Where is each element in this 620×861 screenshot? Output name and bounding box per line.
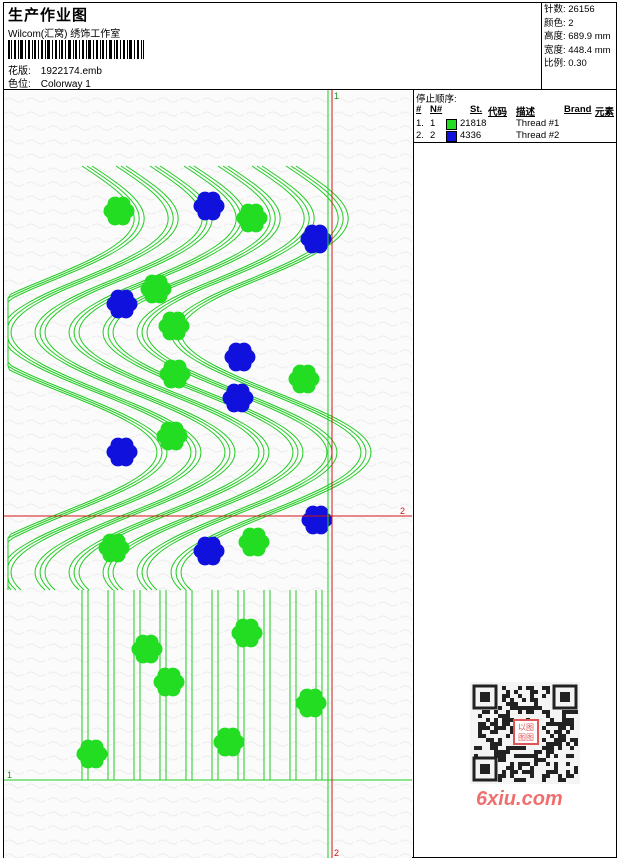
stat-stitches: 针数: 26156 <box>544 4 595 15</box>
watermark-qr-code: 以图 图图 <box>470 682 580 784</box>
row-index: 1. <box>416 118 424 129</box>
col-element: 元素 <box>595 107 615 118</box>
stat-colors: 颜色: 2 <box>544 17 574 29</box>
col-code: 代码 <box>488 107 508 118</box>
row-description: Thread #2 <box>516 130 560 141</box>
colorway-value: Colorway 1 <box>40 79 91 90</box>
embroidery-design: 1 2 2 1 <box>4 90 412 858</box>
row-number: 1 <box>430 118 436 129</box>
stat-width: 宽度: 448.4 mm <box>544 44 611 56</box>
stat-height: 高度: 689.9 mm <box>544 31 611 42</box>
marker-v-top: 1 <box>334 91 339 101</box>
row-description: Thread #1 <box>516 118 560 129</box>
design-canvas[interactable]: 1 2 2 1 <box>4 90 412 858</box>
marker-h-left: 1 <box>7 770 12 780</box>
row-index: 2. <box>416 130 424 141</box>
color-swatch <box>446 131 457 142</box>
col-description: 描述 <box>516 107 536 118</box>
row-code: 4336 <box>460 130 482 141</box>
stat-scale: 比例: 0.30 <box>544 58 587 69</box>
colorway-label: 色位: <box>8 79 31 90</box>
marker-h-right: 2 <box>400 506 405 516</box>
stop-sequence-table: 停止顺序: # N# St. 代码 描述 Brand 元素 1. 1 21818… <box>414 90 617 143</box>
design-stats: 针数: 26156 颜色: 2 高度: 689.9 mm 宽度: 448.4 m… <box>541 3 617 89</box>
sheet-title: 生产作业图 <box>8 7 89 24</box>
sheet-header: 生产作业图 Wilcom(汇窝) 绣饰工作室 花版: 1922174.emb 色… <box>4 3 616 90</box>
table-header: # N# St. 代码 描述 Brand 元素 <box>416 104 615 118</box>
svg-text:图图: 图图 <box>518 733 534 742</box>
table-row[interactable]: 2. 2 4336 Thread #2 <box>416 130 615 143</box>
row-number: 2 <box>430 130 436 141</box>
barcode-image <box>8 40 144 59</box>
stop-sequence-title: 停止顺序: <box>416 94 457 105</box>
studio-name: Wilcom(汇窝) 绣饰工作室 <box>8 29 121 40</box>
colorway-line: 色位: Colorway 1 <box>8 75 91 90</box>
col-brand: Brand <box>564 104 592 115</box>
svg-text:以图: 以图 <box>518 723 534 732</box>
col-number: N# <box>430 104 443 115</box>
col-index: # <box>416 104 422 115</box>
col-st: St. <box>470 104 483 115</box>
color-swatch <box>446 119 457 130</box>
watermark-text: 6xiu.com <box>476 788 563 810</box>
row-code: 21818 <box>460 118 487 129</box>
marker-v-bottom: 2 <box>334 848 339 858</box>
